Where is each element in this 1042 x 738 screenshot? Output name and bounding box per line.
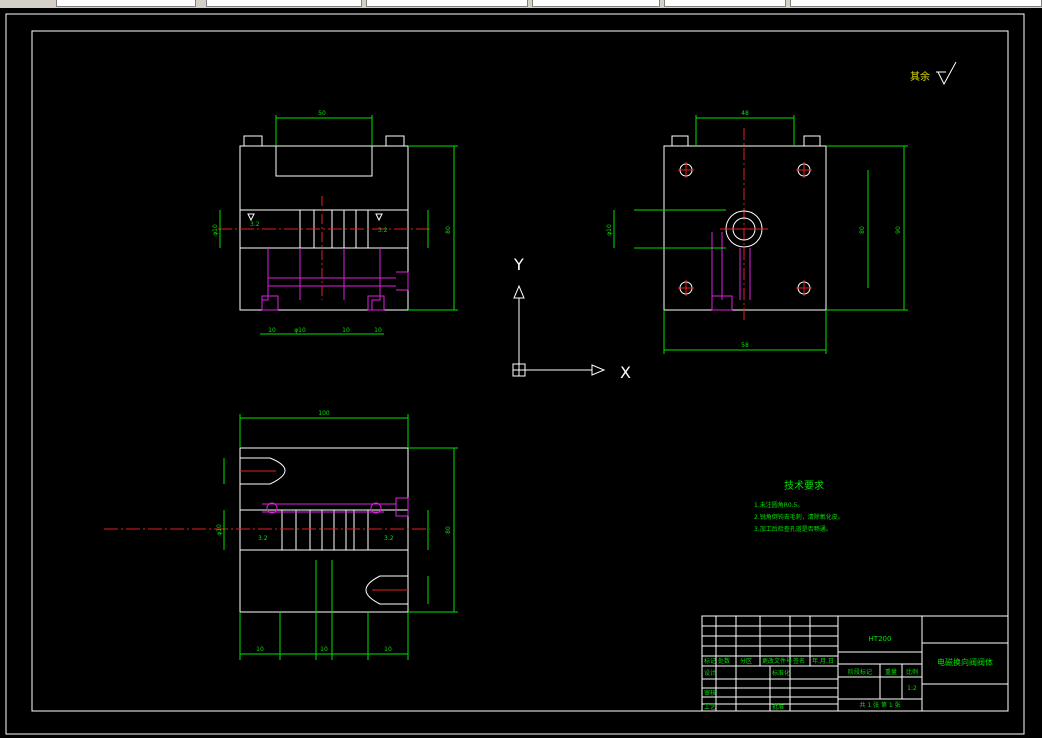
title-mark: 标记	[704, 657, 716, 665]
tech-req-item-3: 3.加工后检查孔道是否畅通。	[754, 525, 832, 533]
bottom-dim-width: 100	[318, 410, 330, 417]
roughness-2: 3.2	[378, 227, 388, 234]
title-part-name: 电磁换向阀阀体	[937, 657, 993, 667]
front-top-slot	[275, 145, 373, 177]
title-designer: 设计	[704, 669, 716, 677]
tech-req-title: 技术要求	[784, 479, 824, 492]
file-tab-5[interactable]	[664, 0, 786, 7]
file-tab-3[interactable]	[366, 0, 528, 7]
cad-drawing-canvas[interactable]: 50 80 φ10 10 φ10 10 10 3.2 3.2 φ10 48 58…	[0, 8, 1042, 738]
drawing-frame	[31, 30, 1009, 712]
tech-req-item-2: 2.锐角倒钝去毛刺，清除氧化皮。	[754, 513, 844, 521]
tech-req-item-1: 1.未注圆角R0.5。	[754, 501, 803, 509]
side-dim-outer-h: 90	[895, 226, 902, 234]
dim-bore-left: φ10	[212, 224, 219, 236]
title-signature: 签名	[793, 657, 805, 665]
bottom-dim-height: 80	[445, 526, 452, 534]
title-block[interactable]: HT200 电磁换向阀阀体 阶段标记 重量 比例 1:2 共 1 张 第 1 张…	[701, 615, 1009, 712]
side-dim-top: 48	[741, 110, 749, 117]
file-tab-1[interactable]	[56, 0, 196, 7]
title-standardize: 标准化	[772, 669, 790, 677]
side-lug-left	[671, 135, 689, 147]
title-stage-label: 阶段标记	[848, 668, 872, 676]
dim-top-width: 50	[318, 110, 326, 117]
title-process: 工艺	[704, 703, 716, 711]
bottom-land-1	[281, 509, 297, 551]
title-scale-label: 比例	[906, 668, 918, 676]
title-date: 年.月.日	[812, 657, 834, 665]
roughness-4: 3.2	[384, 535, 394, 542]
dim-front-height: 80	[445, 226, 452, 234]
front-section-view[interactable]: 50 80 φ10 10 φ10 10 10 3.2 3.2	[212, 110, 458, 335]
dim-bottom-1: 10	[268, 327, 276, 334]
tab-bar	[0, 0, 1042, 8]
file-tab-2[interactable]	[206, 0, 362, 7]
title-reviewer: 审核	[704, 689, 716, 697]
title-material: HT200	[869, 635, 892, 643]
outer-border	[5, 13, 1025, 735]
title-approve: 批准	[772, 703, 784, 711]
bottom-land-4	[353, 509, 369, 551]
bottom-section-view[interactable]: 100 80 φ10 10 10 10 3.2 3.2	[104, 410, 458, 660]
title-weight-label: 重量	[885, 668, 897, 676]
svg-text:其余: 其余	[910, 70, 930, 83]
front-oil-channels	[261, 248, 409, 310]
bottom-dim-1: 10	[256, 646, 264, 653]
file-tab-6[interactable]	[790, 0, 1042, 7]
surface-finish-note: 其余	[910, 61, 957, 86]
bottom-spool-bore	[239, 509, 409, 551]
file-tab-4[interactable]	[532, 0, 660, 7]
bottom-dim-bore: φ10	[216, 524, 223, 536]
title-count: 处数	[718, 657, 730, 665]
title-scale: 1:2	[907, 685, 917, 692]
bottom-land-3	[333, 509, 347, 551]
dim-bottom-2: φ10	[294, 327, 306, 334]
bottom-dim-3: 10	[384, 646, 392, 653]
roughness-3: 3.2	[258, 535, 268, 542]
side-body	[663, 145, 827, 311]
title-zone: 分区	[740, 657, 752, 665]
side-dim-bottom: 58	[741, 342, 749, 349]
ucs-x-label: X	[620, 363, 631, 382]
bottom-body-hatch	[239, 447, 409, 613]
dim-bottom-4: 10	[374, 327, 382, 334]
front-port-left	[261, 295, 279, 311]
technical-requirements: 技术要求 1.未注圆角R0.5。 2.锐角倒钝去毛刺，清除氧化皮。 3.加工后检…	[754, 479, 844, 533]
bottom-dim-2: 10	[320, 646, 328, 653]
side-dim-bore: φ10	[606, 224, 613, 236]
ucs-y-label: Y	[513, 255, 524, 274]
title-sheets: 共 1 张 第 1 张	[859, 701, 900, 709]
front-port-right	[367, 295, 385, 311]
side-dim-inner-h: 80	[859, 226, 866, 234]
bottom-land-2	[309, 509, 323, 551]
side-lug-right	[803, 135, 821, 147]
front-lug-left	[243, 135, 263, 147]
side-view[interactable]: φ10 48 58 80 90	[606, 110, 908, 354]
dim-bottom-3: 10	[342, 327, 350, 334]
roughness-1: 3.2	[250, 221, 260, 228]
front-lug-right	[385, 135, 405, 147]
title-change-no: 更改文件号	[762, 657, 792, 665]
ucs-icon: Y X	[512, 255, 631, 382]
